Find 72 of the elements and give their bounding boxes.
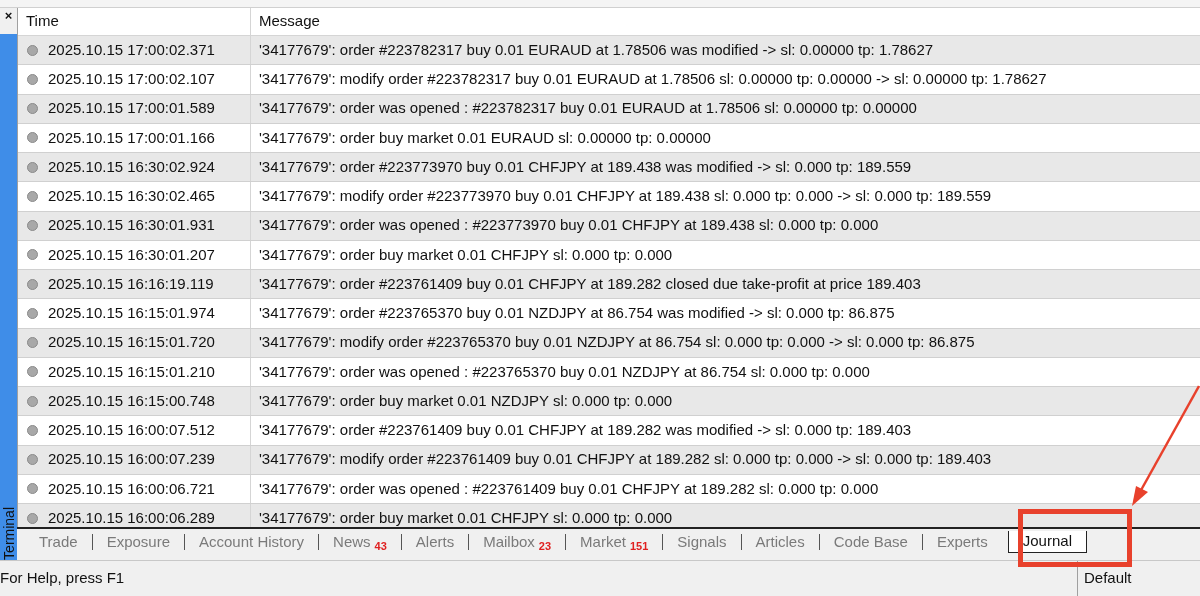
tab[interactable]: Alerts [401,529,469,555]
table-row[interactable]: 2025.10.15 16:00:06.289 '34177679': order buy market 0.01 CHFJPY sl: 0.000 tp: 0.000 [18,504,1200,527]
column-header: Time [18,8,251,35]
time-cell-text: 2025.10.15 16:00:07.512 [48,420,215,441]
message-cell-text: '34177679': order buy market 0.01 EURAUD sl: 0.00000 tp: 0.00000 [259,127,711,148]
table-row[interactable]: 2025.10.15 16:15:01.974 '34177679': order #223765370 buy 0.01 NZDJPY at 86.754 was modified -> sl: 0.000 tp: 86.875 [18,299,1200,329]
close-button[interactable]: × [0,8,17,26]
time-cell-text: 2025.10.15 17:00:01.166 [48,127,215,148]
message-cell-text: '34177679': order #223761409 buy 0.01 CHFJPY at 189.282 was modified -> sl: 0.000 tp: 189.403 [259,420,912,441]
message-cell-text: '34177679': modify order #223782317 buy 0.01 EURAUD at 1.78506 sl: 0.00000 tp: 0.00000 -> sl: 0.00000 tp: 1.78627 [259,69,1047,90]
time-cell-text: 2025.10.15 17:00:02.371 [48,39,215,60]
time-cell-text: 2025.10.15 16:16:19.119 [48,273,214,294]
table-row[interactable]: 2025.10.15 16:00:06.721 '34177679': order was opened : #223761409 buy 0.01 CHFJPY at 189.282 sl: 0.000 tp: 0.000 [18,474,1200,504]
table-row[interactable]: 2025.10.15 16:30:01.931 '34177679': order was opened : #223773970 buy 0.01 CHFJPY at 189.438 sl: 0.000 tp: 0.000 [18,211,1200,241]
status-text: For Help, press F1 [0,568,126,589]
profile-status: Default [1077,561,1200,596]
table-row[interactable]: 2025.10.15 16:30:01.207 '34177679': order buy market 0.01 CHFJPY sl: 0.000 tp: 0.000 [18,240,1200,270]
tab[interactable]: Mailbox 23 [469,529,566,555]
table-row[interactable]: 2025.10.15 16:30:02.465 '34177679': modify order #223773970 buy 0.01 CHFJPY at 189.438 sl: 0.000 tp: 0.000 -> sl: 0.000 tp: 189.559 [18,182,1200,212]
message-cell-text: '34177679': order #223782317 buy 0.01 EURAUD at 1.78506 was modified -> sl: 0.00000 tp: 1.78627 [259,39,934,60]
message-cell-text: '34177679': order was opened : #223761409 buy 0.01 CHFJPY at 189.282 sl: 0.000 tp: 0.000 [259,478,879,499]
table-row[interactable]: 2025.10.15 16:30:02.924 '34177679': order #223773970 buy 0.01 CHFJPY at 189.438 was modified -> sl: 0.000 tp: 189.559 [18,153,1200,183]
message-cell-text: '34177679': order #223765370 buy 0.01 NZDJPY at 86.754 was modified -> sl: 0.000 tp: 86.875 [259,303,895,324]
tab[interactable]: Signals [663,529,741,555]
table-row[interactable]: 2025.10.15 17:00:01.589 '34177679': order was opened : #223782317 buy 0.01 EURAUD at 1.78506 sl: 0.00000 tp: 0.00000 [18,94,1200,124]
tab[interactable]: Trade [25,529,92,555]
time-cell-text: 2025.10.15 16:00:07.239 [48,449,215,470]
table-row[interactable]: 2025.10.15 16:15:00.748 '34177679': order buy market 0.01 NZDJPY sl: 0.000 tp: 0.000 [18,387,1200,417]
tab[interactable]: Exposure [92,529,184,555]
tab[interactable]: News 43 [319,529,401,555]
tab[interactable]: Journal [1007,531,1087,553]
message-cell-text: '34177679': modify order #223773970 buy 0.01 CHFJPY at 189.438 sl: 0.000 tp: 0.000 -> sl: 0.000 tp: 189.559 [259,186,992,207]
tab[interactable]: Account History [185,529,319,555]
message-cell-text: '34177679': order #223773970 buy 0.01 CHFJPY at 189.438 was modified -> sl: 0.000 tp: 189.559 [259,156,912,177]
count-label: 23 [538,538,552,554]
message-cell-text: '34177679': order buy market 0.01 NZDJPY sl: 0.000 tp: 0.000 [259,390,673,411]
count-label: 151 [629,538,649,554]
message-cell-text: '34177679': modify order #223761409 buy 0.01 CHFJPY at 189.282 sl: 0.000 tp: 0.000 -> sl: 0.000 tp: 189.403 [259,449,992,470]
time-cell-text: 2025.10.15 16:30:02.924 [48,156,215,177]
panel-title: Terminal [1,506,16,560]
tab[interactable]: Articles [741,529,819,555]
tab[interactable]: Code Base [819,529,922,555]
time-cell-text: 2025.10.15 16:15:01.720 [48,332,215,353]
time-cell-text: 2025.10.15 16:15:00.748 [48,390,215,411]
time-cell-text: 2025.10.15 16:30:01.207 [48,244,215,265]
message-cell-text: '34177679': order buy market 0.01 CHFJPY sl: 0.000 tp: 0.000 [259,244,673,265]
tab[interactable]: Experts [922,529,1002,555]
message-cell-text: '34177679': modify order #223765370 buy 0.01 NZDJPY at 86.754 sl: 0.000 tp: 0.000 -> sl: 0.000 tp: 86.875 [259,332,975,353]
table-row[interactable]: 2025.10.15 17:00:02.371 '34177679': order #223782317 buy 0.01 EURAUD at 1.78506 was modified -> sl: 0.00000 tp: 1.78627 [18,36,1200,66]
table-row[interactable]: 2025.10.15 16:00:07.512 '34177679': order #223761409 buy 0.01 CHFJPY at 189.282 was modified -> sl: 0.000 tp: 189.403 [18,416,1200,446]
time-cell-text: 2025.10.15 16:00:06.721 [48,478,215,499]
time-cell-text: 2025.10.15 16:00:06.289 [48,507,215,527]
time-cell-text: 2025.10.15 17:00:02.107 [48,69,215,90]
table-row[interactable]: 2025.10.15 16:15:01.720 '34177679': modify order #223765370 buy 0.01 NZDJPY at 86.754 sl: 0.000 tp: 0.000 -> sl: 0.000 tp: 86.875 [18,328,1200,358]
message-cell-text: '34177679': order was opened : #223765370 buy 0.01 NZDJPY at 86.754 sl: 0.000 tp: 0.000 [259,361,870,382]
message-cell-text: '34177679': order #223761409 buy 0.01 CHFJPY at 189.282 closed due take-profit at price 189.403 [259,273,921,294]
time-cell-text: 2025.10.15 16:15:01.974 [48,303,215,324]
table-row[interactable]: 2025.10.15 16:00:07.239 '34177679': modify order #223761409 buy 0.01 CHFJPY at 189.282 sl: 0.000 tp: 0.000 -> sl: 0.000 tp: 189.403 [18,445,1200,475]
time-cell-text: 2025.10.15 16:30:01.931 [48,215,215,236]
message-cell-text: '34177679': order was opened : #223773970 buy 0.01 CHFJPY at 189.438 sl: 0.000 tp: 0.000 [259,215,879,236]
table-row[interactable]: 2025.10.15 16:15:01.210 '34177679': order was opened : #223765370 buy 0.01 NZDJPY at 86.754 sl: 0.000 tp: 0.000 [18,357,1200,387]
tab[interactable]: Market 151 [566,529,663,555]
time-cell-text: 2025.10.15 16:15:01.210 [48,361,215,382]
time-cell-text: 2025.10.15 16:30:02.465 [48,186,215,207]
message-cell-text: '34177679': order was opened : #223782317 buy 0.01 EURAUD at 1.78506 sl: 0.00000 tp: 0.00000 [259,98,917,119]
table-row[interactable]: 2025.10.15 17:00:02.107 '34177679': modify order #223782317 buy 0.01 EURAUD at 1.78506 sl: 0.00000 tp: 0.00000 -> sl: 0.00000 tp: 1.78627 [18,65,1200,95]
count-label: 43 [374,538,387,554]
time-cell-text: 2025.10.15 17:00:01.589 [48,98,215,119]
message-cell-text: '34177679': order buy market 0.01 CHFJPY sl: 0.000 tp: 0.000 [259,507,673,527]
table-row[interactable]: 2025.10.15 17:00:01.166 '34177679': order buy market 0.01 EURAUD sl: 0.00000 tp: 0.00000 [18,123,1200,153]
table-row[interactable]: 2025.10.15 16:16:19.119 '34177679': order #223761409 buy 0.01 CHFJPY at 189.282 closed due take-profit at price 189.403 [18,270,1200,300]
column-header: Message [258,11,321,32]
